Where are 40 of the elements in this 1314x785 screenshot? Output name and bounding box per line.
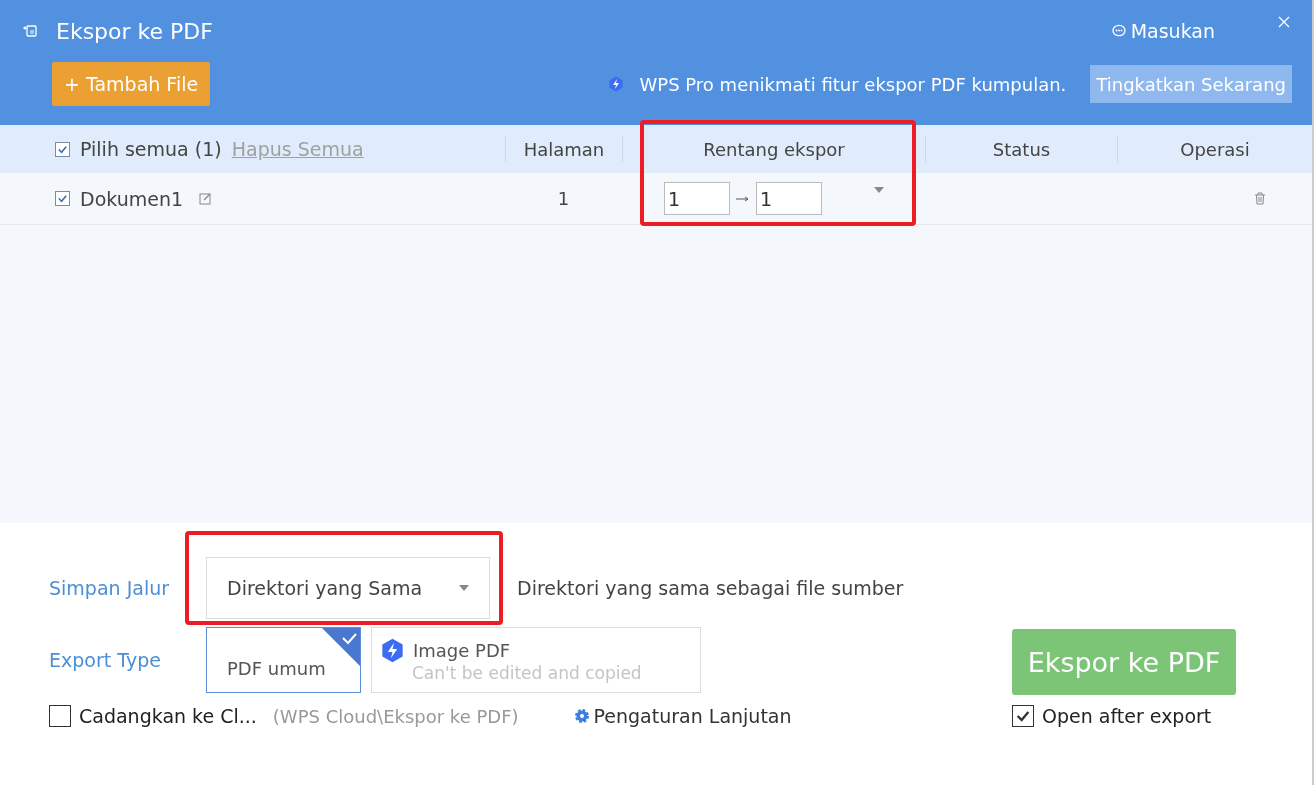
save-path-dropdown[interactable]: Direktori yang Sama [206,557,490,619]
trash-icon[interactable] [1253,192,1266,205]
page-count: 1 [557,188,570,209]
checkbox[interactable] [1012,705,1034,727]
column-header: Operasi [1180,138,1250,160]
backup-label: Cadangkan ke Cl... [79,705,257,727]
window-title: Ekspor ke PDF [56,18,213,44]
column-header: Status [992,138,1051,160]
close-icon[interactable] [1278,16,1290,28]
save-path-hint: Direktori yang sama sebagai file sumber [517,577,904,599]
settings-icon [573,708,590,724]
advanced-settings-link[interactable]: Pengaturan Lanjutan [573,705,792,727]
save-path-label: Simpan Jalur [49,577,170,599]
edit-icon[interactable] [199,192,213,205]
export-type-option[interactable]: Image PDF Can't be edited and copied [371,627,701,693]
checkmark-icon [1015,708,1031,724]
checkbox[interactable] [49,705,71,727]
range-from-field[interactable]: 1 [664,182,730,215]
open-after-export-label: Open after export [1042,705,1212,727]
caret-icon[interactable] [874,186,884,193]
document-name: Dokumen1 [80,187,184,210]
checkbox[interactable] [55,191,70,206]
arrow-icon [736,195,750,202]
column-header: Rentang ekspor [703,138,845,160]
lightning-icon [607,76,624,92]
chat-icon [1111,24,1126,38]
backup-path: (WPS Cloud\Ekspor ke PDF) [272,705,519,727]
caret-icon [459,585,469,591]
selected-corner-icon [322,628,360,666]
checkbox[interactable] [55,141,70,157]
export-icon [22,23,38,39]
range-to-field[interactable]: 1 [756,182,822,215]
export-type-option[interactable]: PDF umum [206,627,361,693]
promo-text: WPS Pro menikmati fitur ekspor PDF kumpulan. [639,73,1067,95]
export-type-label: Export Type [49,649,162,671]
select-all-label: Pilih semua (1) [80,138,222,160]
checkmark-icon [57,143,68,155]
column-header: Halaman [523,138,605,160]
lightning-icon [380,637,405,663]
checkmark-icon [57,193,68,204]
